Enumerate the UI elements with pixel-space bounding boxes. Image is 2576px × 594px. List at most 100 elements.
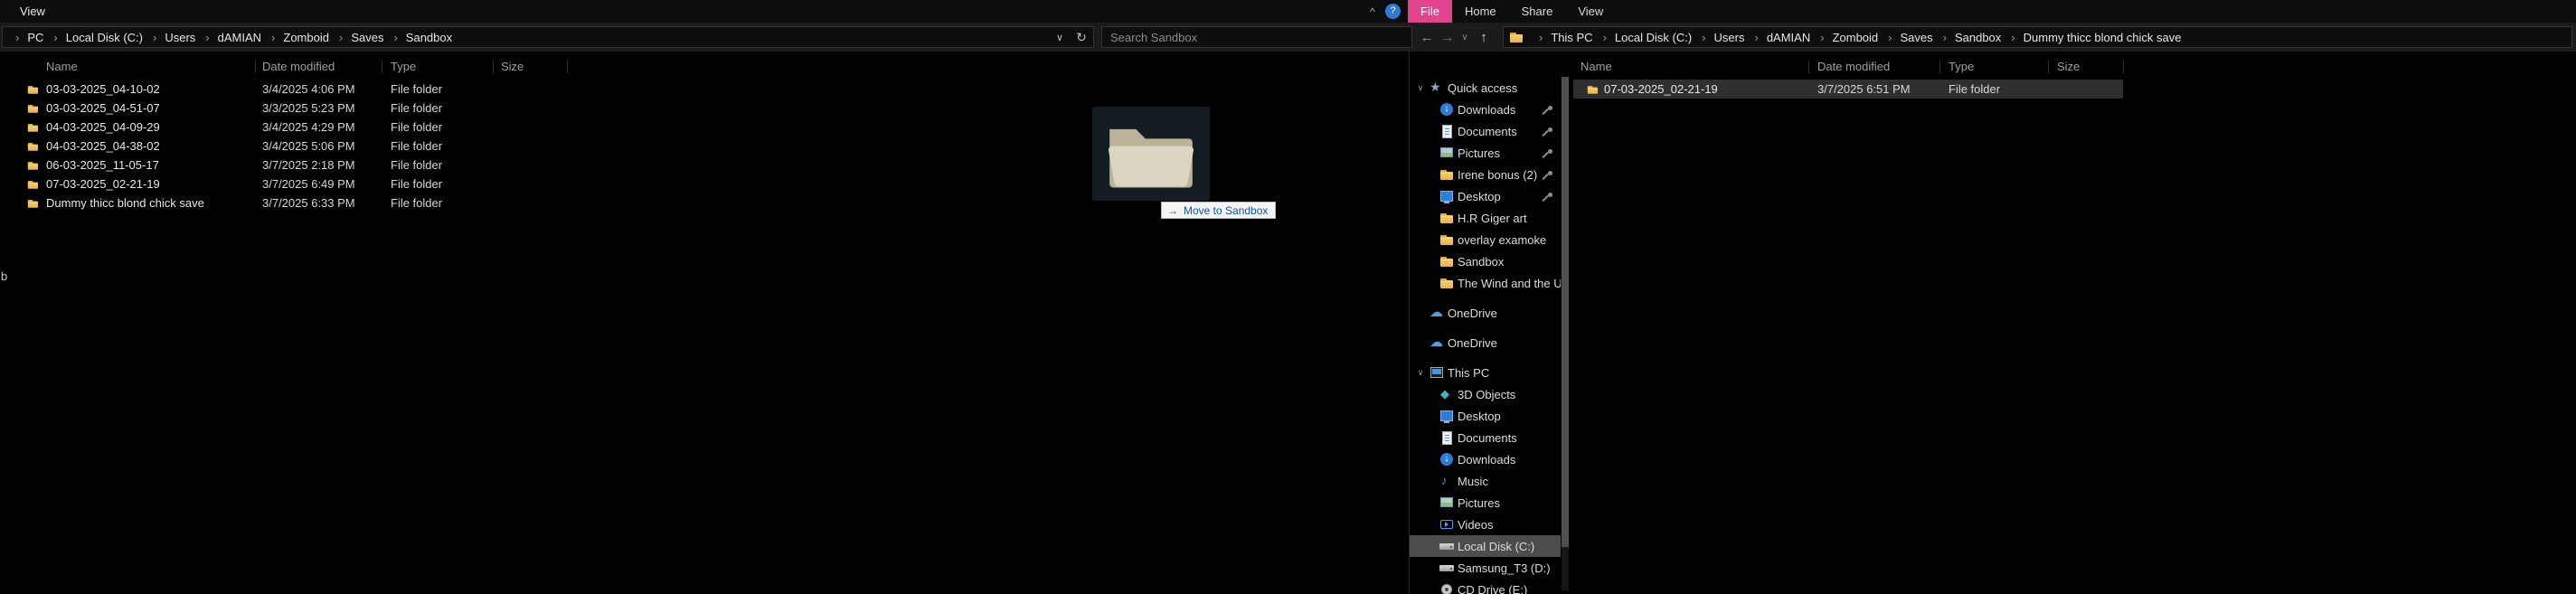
forward-button[interactable]: → (1438, 30, 1458, 45)
folder-icon (1439, 211, 1454, 225)
pin-icon (1543, 170, 1553, 180)
address-bar-controls: ∨ ↻ (1050, 30, 1093, 45)
breadcrumb-segment[interactable]: Dummy thicc blond chick save (2003, 31, 2183, 44)
file-date-modified: 3/4/2025 5:06 PM (262, 139, 355, 153)
sidebar-item[interactable]: ∨ The Wind and the Umb (1410, 272, 1561, 294)
sidebar-item-label: CD Drive (E:) (1458, 582, 1528, 594)
address-dropdown-icon[interactable]: ∨ (1050, 32, 1070, 43)
column-header-name[interactable]: Name (1581, 60, 1612, 73)
sidebar-item[interactable]: ∨ Downloads (1410, 99, 1561, 120)
sidebar-item[interactable]: ∨ Samsung_T3 (D:) (1410, 557, 1561, 579)
sidebar-item-label: Local Disk (C:) (1458, 539, 1535, 553)
history-dropdown-icon[interactable]: ∨ (1458, 33, 1472, 42)
column-header-size[interactable]: Size (2057, 60, 2080, 73)
drag-tooltip: → Move to Sandbox (1161, 202, 1277, 219)
right-address-bar[interactable]: This PCLocal Disk (C:)UsersdAMIANZomboid… (1503, 26, 2572, 48)
column-divider[interactable] (2048, 61, 2049, 73)
breadcrumb-segment[interactable]: dAMIAN (197, 31, 263, 44)
sidebar-item[interactable]: ∨ Pictures (1410, 492, 1561, 514)
sidebar-item[interactable]: ∨ Local Disk (C:) (1410, 535, 1561, 557)
desktop-icon (1439, 409, 1454, 423)
column-divider[interactable] (1808, 61, 1809, 73)
sidebar-item-label: Samsung_T3 (D:) (1458, 561, 1551, 575)
breadcrumb-segment[interactable]: Local Disk (C:) (1595, 31, 1694, 44)
ribbon-tab[interactable]: Share (1509, 0, 1566, 23)
sidebar-scrollbar[interactable] (1562, 77, 1569, 590)
column-divider[interactable] (493, 61, 494, 73)
column-header-date[interactable]: Date modified (262, 60, 335, 73)
chevron-down-icon[interactable]: ∨ (1415, 368, 1426, 378)
up-button[interactable]: ↑ (1472, 30, 1496, 45)
breadcrumb-segment[interactable]: Zomboid (263, 31, 331, 44)
left-column-headers: Name Date modified Type Size (0, 56, 1409, 78)
sidebar-item-label: Videos (1458, 517, 1494, 532)
column-header-type[interactable]: Type (1949, 60, 1974, 73)
breadcrumb-segment[interactable]: Sandbox (1935, 31, 2004, 44)
scrollbar-thumb[interactable] (1562, 77, 1569, 547)
right-column-headers: Name Date modified Type Size (1570, 56, 2576, 78)
sidebar-item[interactable]: ∨ Music (1410, 470, 1561, 492)
sidebar-item-label: Desktop (1458, 409, 1501, 423)
sidebar-item[interactable]: ∨ overlay examoke (1410, 229, 1561, 250)
column-divider[interactable] (255, 61, 256, 73)
sidebar-item[interactable]: ∨ OneDrive (1410, 332, 1561, 354)
sidebar-item[interactable]: ∨ Sandbox (1410, 250, 1561, 272)
sidebar-item-label: overlay examoke (1458, 232, 1547, 247)
sidebar-item[interactable]: ∨ Desktop (1410, 185, 1561, 207)
cloud-icon (1430, 304, 1444, 320)
file-type: File folder (1949, 82, 2001, 96)
column-header-name[interactable]: Name (46, 60, 78, 73)
file-row[interactable]: 07-03-2025_02-21-19 3/7/2025 6:51 PM Fil… (1573, 80, 2123, 99)
breadcrumb-segment[interactable]: dAMIAN (1746, 31, 1812, 44)
sidebar-item[interactable]: ∨ Videos (1410, 514, 1561, 535)
left-address-bar[interactable]: PCLocal Disk (C:)UsersdAMIANZomboidSaves… (2, 26, 1094, 48)
chevron-down-icon[interactable]: ∨ (1415, 83, 1426, 93)
right-nav-buttons: ← → ∨ ↑ (1416, 23, 1496, 52)
file-name: 06-03-2025_11-05-17 (46, 158, 159, 172)
sidebar-item[interactable]: ∨ CD Drive (E:) (1410, 579, 1561, 594)
help-icon[interactable]: ? (1385, 4, 1401, 19)
column-divider[interactable] (1939, 61, 1940, 73)
sidebar-item[interactable]: ∨ Irene bonus (2) (1410, 164, 1561, 185)
sidebar-item-label: Desktop (1458, 189, 1501, 203)
sidebar-item[interactable]: ∨ Documents (1410, 427, 1561, 448)
desktop-icon (1439, 189, 1454, 203)
file-row[interactable]: 03-03-2025_04-10-02 3/4/2025 4:06 PM Fil… (0, 80, 1409, 99)
breadcrumb-segment[interactable]: Users (1694, 31, 1746, 44)
left-window-view-tab[interactable]: View (20, 5, 45, 18)
breadcrumb-segment[interactable]: Saves (1880, 31, 1934, 44)
ribbon-tab[interactable]: File (1408, 0, 1452, 23)
sidebar-item[interactable]: ∨ Pictures (1410, 142, 1561, 164)
breadcrumb-segment[interactable]: Zomboid (1812, 31, 1880, 44)
sidebar-item-label: Downloads (1458, 452, 1516, 467)
column-header-size[interactable]: Size (501, 60, 524, 73)
column-header-type[interactable]: Type (391, 60, 416, 73)
column-divider[interactable] (567, 61, 568, 73)
column-divider[interactable] (2123, 61, 2124, 73)
file-date-modified: 3/4/2025 4:06 PM (262, 82, 355, 96)
pin-icon (1543, 148, 1553, 158)
breadcrumb-segment[interactable]: Users (145, 31, 197, 44)
sidebar-item[interactable]: ∨ This PC (1410, 362, 1561, 383)
right-file-pane: Name Date modified Type Size 07-03-2025_… (1570, 56, 2576, 99)
breadcrumb-segment[interactable]: Sandbox (385, 31, 454, 44)
breadcrumb-segment[interactable]: This PC (1531, 31, 1595, 44)
ribbon-tab[interactable]: Home (1452, 0, 1509, 23)
sidebar-item[interactable]: ∨ OneDrive (1410, 302, 1561, 324)
breadcrumb-segment[interactable]: Local Disk (C:) (45, 31, 145, 44)
sidebar-item[interactable]: ∨ H.R Giger art (1410, 207, 1561, 229)
sidebar-item[interactable]: ∨ 3D Objects (1410, 383, 1561, 405)
file-name: 07-03-2025_02-21-19 (46, 177, 160, 191)
breadcrumb-segment[interactable]: PC (7, 31, 45, 44)
refresh-icon[interactable]: ↻ (1070, 30, 1093, 45)
ribbon-tab[interactable]: View (1565, 0, 1616, 23)
search-input[interactable]: Search Sandbox (1101, 26, 1412, 48)
breadcrumb-segment[interactable]: Saves (331, 31, 385, 44)
sidebar-item[interactable]: ∨ Desktop (1410, 405, 1561, 427)
ribbon-collapse-icon[interactable]: ^ (1362, 5, 1383, 18)
sidebar-item[interactable]: ∨ Documents (1410, 120, 1561, 142)
back-button[interactable]: ← (1416, 30, 1438, 45)
column-header-date[interactable]: Date modified (1817, 60, 1890, 73)
sidebar-item[interactable]: ∨ Downloads (1410, 448, 1561, 470)
sidebar-item[interactable]: ∨ Quick access (1410, 77, 1561, 99)
